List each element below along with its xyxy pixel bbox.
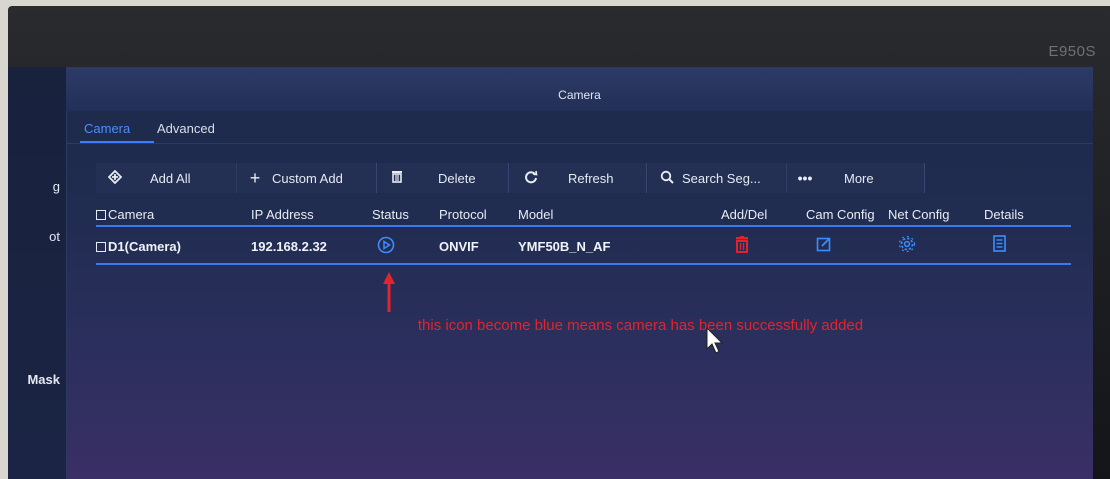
sidebar: g ot Mask (8, 67, 67, 479)
list-icon[interactable] (993, 235, 1006, 255)
tab-camera-label: Camera (84, 121, 131, 136)
red-arrow-icon (383, 272, 395, 312)
column-header-protocol: Protocol (439, 207, 487, 222)
title-bar: Camera (66, 67, 1093, 111)
delete-label: Delete (438, 170, 476, 186)
column-header-details: Details (984, 207, 1024, 222)
delete-button[interactable]: Delete (378, 163, 509, 193)
sidebar-item-3[interactable]: Mask (8, 372, 66, 387)
refresh-label: Refresh (568, 170, 614, 186)
custom-add-button[interactable]: + Custom Add (236, 163, 377, 193)
cell-camera: D1(Camera) (96, 239, 181, 254)
search-segment-label: Search Seg... (682, 170, 761, 186)
table-header: Camera IP Address Status Protocol Model … (96, 204, 1063, 226)
more-button[interactable]: ••• More (786, 163, 925, 193)
refresh-icon (522, 170, 540, 187)
mouse-cursor-icon (706, 327, 724, 354)
camera-name: D1(Camera) (108, 239, 181, 254)
row-checkbox[interactable] (96, 242, 106, 252)
column-header-model: Model (518, 207, 554, 222)
sidebar-item-2[interactable]: ot (8, 229, 66, 244)
edit-icon[interactable] (816, 236, 832, 255)
cell-protocol: ONVIF (439, 239, 479, 254)
tabs-divider (66, 143, 1093, 144)
add-all-button[interactable]: Add All (96, 163, 237, 193)
nvr-screen: g ot Mask Camera Camera Advanced Add All… (8, 67, 1093, 479)
add-all-icon (106, 169, 124, 187)
add-all-label: Add All (150, 170, 191, 186)
play-circle-icon[interactable] (377, 236, 395, 257)
more-label: More (844, 170, 874, 186)
search-icon (658, 170, 676, 187)
column-header-add-del: Add/Del (721, 207, 768, 222)
gear-icon[interactable] (898, 235, 916, 256)
search-segment-button[interactable]: Search Seg... (648, 163, 787, 193)
delete-camera-icon[interactable] (735, 236, 749, 256)
column-header-camera-label: Camera (108, 207, 155, 222)
sidebar-item-1[interactable]: g (8, 179, 66, 194)
select-all-checkbox[interactable] (96, 210, 106, 220)
plus-icon: + (249, 167, 261, 188)
cell-model: YMF50B_N_AF (518, 239, 611, 254)
column-header-status: Status (372, 207, 409, 222)
column-header-net-config: Net Config (888, 207, 950, 222)
ellipsis-icon: ••• (797, 170, 813, 186)
cell-ip-address: 192.168.2.32 (251, 239, 327, 254)
column-header-ip-address: IP Address (251, 207, 314, 222)
column-header-camera[interactable]: Camera (96, 207, 154, 222)
custom-add-label: Custom Add (272, 170, 343, 186)
refresh-button[interactable]: Refresh (510, 163, 647, 193)
monitor-brand-label: E950S (1048, 43, 1096, 60)
column-header-cam-config: Cam Config (806, 207, 875, 222)
trash-icon (388, 170, 406, 186)
window-title: Camera (558, 88, 601, 102)
tab-camera[interactable]: Camera (84, 121, 130, 136)
table-row[interactable]: D1(Camera) 192.168.2.32 ONVIF YMF50B_N_A… (96, 227, 1071, 263)
toolbar: Add All + Custom Add Delete Refresh Sear… (96, 163, 1093, 193)
annotation-text: this icon become blue means camera has b… (417, 317, 864, 334)
tab-advanced[interactable]: Advanced (157, 121, 215, 136)
table-row-divider (96, 263, 1071, 265)
tab-advanced-label: Advanced (157, 121, 215, 136)
